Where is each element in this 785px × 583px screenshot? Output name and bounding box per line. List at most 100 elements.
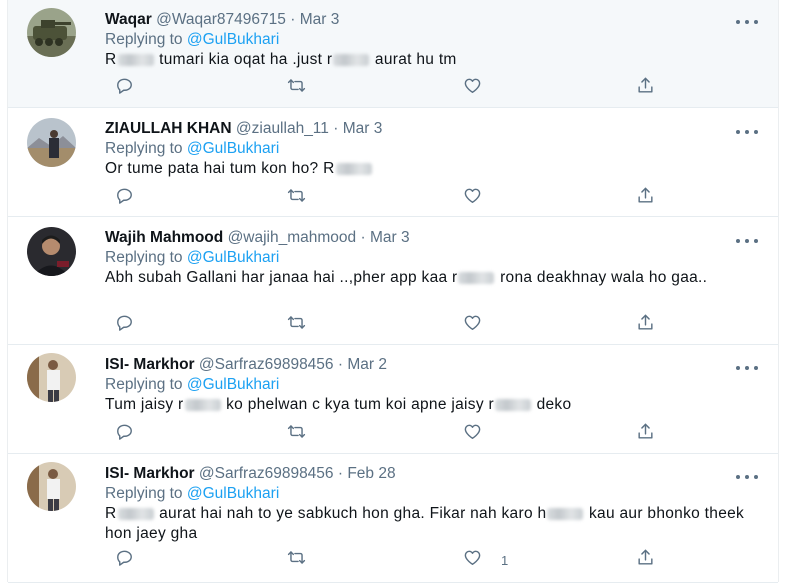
share-button[interactable] bbox=[636, 422, 655, 446]
share-button[interactable] bbox=[636, 548, 655, 572]
tweet[interactable]: ISI- Markhor @Sarfraz69898456 · Feb 28 R… bbox=[8, 454, 778, 583]
mention-link[interactable]: @GulBukhari bbox=[187, 249, 279, 266]
user-handle[interactable]: @Sarfraz69898456 bbox=[199, 465, 334, 482]
replying-to: Replying to @GulBukhari bbox=[105, 139, 758, 159]
tweet-header: ZIAULLAH KHAN @ziaullah_11 · Mar 3 bbox=[105, 119, 758, 139]
tweet[interactable]: Waqar @Waqar87496715 · Mar 3 Replying to… bbox=[8, 0, 778, 108]
reply-button[interactable] bbox=[115, 78, 134, 98]
tweet-text-segment: R bbox=[105, 51, 117, 68]
share-icon bbox=[636, 422, 655, 446]
display-name[interactable]: Wajih Mahmood bbox=[105, 229, 223, 246]
retweet-button[interactable] bbox=[287, 550, 306, 570]
heart-icon bbox=[463, 76, 482, 100]
share-button[interactable] bbox=[636, 187, 655, 208]
avatar[interactable] bbox=[27, 118, 76, 167]
tweet-text: Or tume pata hai tum kon ho? R bbox=[105, 159, 758, 179]
display-name[interactable]: ZIAULLAH KHAN bbox=[105, 120, 232, 137]
avatar[interactable] bbox=[27, 8, 76, 57]
tweet-text: Tum jaisy r ko phelwan c kya tum koi apn… bbox=[105, 395, 758, 415]
reply-button[interactable] bbox=[115, 550, 134, 570]
retweet-icon bbox=[287, 548, 306, 572]
share-button[interactable] bbox=[636, 314, 655, 335]
display-name[interactable]: Waqar bbox=[105, 11, 152, 28]
more-icon[interactable] bbox=[736, 233, 758, 249]
reply-icon bbox=[115, 548, 134, 572]
tweet-date[interactable]: Mar 3 bbox=[300, 11, 340, 28]
tweet-header: Wajih Mahmood @wajih_mahmood · Mar 3 bbox=[105, 228, 758, 248]
heart-icon bbox=[463, 186, 482, 210]
replying-to-label: Replying to bbox=[105, 376, 183, 393]
censored-word bbox=[333, 53, 370, 66]
replying-to-label: Replying to bbox=[105, 31, 183, 48]
tweet-date[interactable]: Mar 3 bbox=[370, 229, 410, 246]
tweet-actions: 1 bbox=[105, 548, 665, 572]
reply-icon bbox=[115, 422, 134, 446]
more-icon[interactable] bbox=[736, 124, 758, 140]
tweet-text-segment: ko phelwan c kya tum koi apne jaisy r bbox=[221, 396, 494, 413]
tweet-date[interactable]: Feb 28 bbox=[347, 465, 395, 482]
replying-to-label: Replying to bbox=[105, 140, 183, 157]
retweet-icon bbox=[287, 422, 306, 446]
tweet-text-segment: tumari kia oqat ha .just r bbox=[154, 51, 333, 68]
heart-icon bbox=[463, 422, 482, 446]
heart-icon bbox=[463, 313, 482, 337]
tweet-text-segment: rona deakhnay wala ho gaa.. bbox=[495, 269, 708, 286]
tweet-text-segment: aurat hai nah to ye sabkuch hon gha. Fik… bbox=[154, 505, 547, 522]
retweet-button[interactable] bbox=[287, 315, 306, 335]
censored-word bbox=[117, 53, 154, 66]
like-button[interactable] bbox=[463, 78, 501, 98]
user-handle[interactable]: @wajih_mahmood bbox=[228, 229, 357, 246]
tweet[interactable]: ZIAULLAH KHAN @ziaullah_11 · Mar 3 Reply… bbox=[8, 108, 778, 217]
replying-to: Replying to @GulBukhari bbox=[105, 484, 758, 504]
avatar[interactable] bbox=[27, 353, 76, 402]
reply-button[interactable] bbox=[115, 424, 134, 444]
like-button[interactable] bbox=[463, 188, 501, 208]
retweet-icon bbox=[287, 186, 306, 210]
reply-icon bbox=[115, 313, 134, 337]
retweet-button[interactable] bbox=[287, 78, 306, 98]
tweet-date[interactable]: Mar 2 bbox=[347, 356, 387, 373]
tweet-header: ISI- Markhor @Sarfraz69898456 · Mar 2 bbox=[105, 355, 758, 375]
reply-button[interactable] bbox=[115, 315, 134, 335]
separator-dot: · bbox=[337, 465, 344, 482]
tweet-date[interactable]: Mar 3 bbox=[343, 120, 383, 137]
user-handle[interactable]: @Sarfraz69898456 bbox=[199, 356, 334, 373]
censored-word bbox=[547, 507, 584, 520]
censored-word bbox=[335, 162, 372, 175]
like-button[interactable] bbox=[463, 315, 501, 335]
tweet-text: R tumari kia oqat ha .just r aurat hu tm bbox=[105, 50, 758, 70]
replying-to: Replying to @GulBukhari bbox=[105, 30, 758, 50]
tweet-text-segment: Abh subah Gallani har janaa hai ..,pher … bbox=[105, 269, 458, 286]
mention-link[interactable]: @GulBukhari bbox=[187, 376, 279, 393]
like-button[interactable] bbox=[463, 424, 501, 444]
avatar[interactable] bbox=[27, 227, 76, 276]
more-icon[interactable] bbox=[736, 14, 758, 30]
more-icon[interactable] bbox=[736, 469, 758, 485]
heart-icon bbox=[463, 548, 482, 572]
retweet-button[interactable] bbox=[287, 424, 306, 444]
tweet[interactable]: ISI- Markhor @Sarfraz69898456 · Mar 2 Re… bbox=[8, 345, 778, 454]
censored-word bbox=[494, 398, 531, 411]
mention-link[interactable]: @GulBukhari bbox=[187, 31, 279, 48]
tweet-actions bbox=[105, 76, 665, 100]
reply-icon bbox=[115, 76, 134, 100]
retweet-button[interactable] bbox=[287, 188, 306, 208]
share-icon bbox=[636, 548, 655, 572]
censored-word bbox=[458, 271, 495, 284]
tweet[interactable]: Wajih Mahmood @wajih_mahmood · Mar 3 Rep… bbox=[8, 217, 778, 345]
user-handle[interactable]: @ziaullah_11 bbox=[236, 120, 329, 137]
replying-to: Replying to @GulBukhari bbox=[105, 248, 758, 268]
more-icon[interactable] bbox=[736, 360, 758, 376]
reply-button[interactable] bbox=[115, 188, 134, 208]
like-button[interactable]: 1 bbox=[463, 550, 508, 570]
share-icon bbox=[636, 76, 655, 100]
display-name[interactable]: ISI- Markhor bbox=[105, 356, 195, 373]
avatar[interactable] bbox=[27, 462, 76, 511]
mention-link[interactable]: @GulBukhari bbox=[187, 140, 279, 157]
mention-link[interactable]: @GulBukhari bbox=[187, 485, 279, 502]
share-button[interactable] bbox=[636, 76, 655, 100]
display-name[interactable]: ISI- Markhor bbox=[105, 465, 195, 482]
tweet-text-segment: aurat hu tm bbox=[370, 51, 457, 68]
user-handle[interactable]: @Waqar87496715 bbox=[156, 11, 286, 28]
tweet-actions bbox=[105, 187, 665, 208]
